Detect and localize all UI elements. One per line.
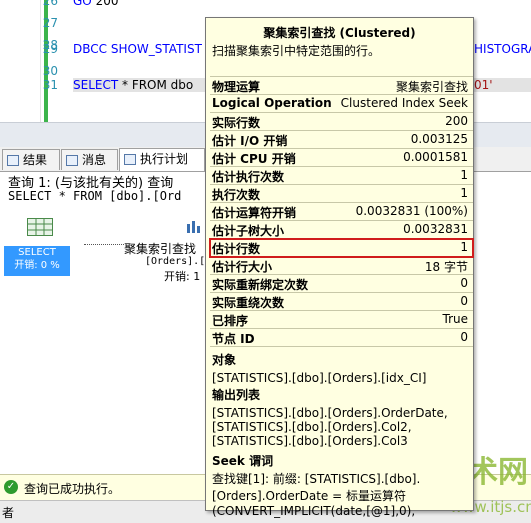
property-value: 0 [460,330,468,344]
property-key: 已排序 [212,314,249,328]
property-key: 执行次数 [212,188,261,202]
property-row: 执行次数 1 [210,185,473,203]
output-heading: 输出列表 [212,388,261,402]
property-key: 节点 ID [212,332,255,346]
check-circle-icon: ✓ [4,480,18,494]
message-icon [66,155,78,166]
property-key: 物理运算 [212,80,261,94]
line-number: 30 [42,64,58,78]
seek-line: 查找键[1]: 前缀: [STATISTICS].[dbo]. [212,472,421,486]
property-value: 200 [445,114,468,128]
code-line-tail: 01' [474,78,531,92]
property-value: 0 [460,294,468,308]
property-key: 估计子树大小 [212,224,285,238]
property-value: Clustered Index Seek [340,96,468,110]
tooltip-output-section: 输出列表 [STATISTICS].[dbo].[Orders].OrderDa… [212,386,448,448]
property-row: 已排序 True [210,311,473,329]
line-number: 31 [42,78,58,92]
seek-line: [Orders].OrderDate = 标量运算符 [212,489,406,503]
property-key: 估计执行次数 [212,170,285,184]
property-value: 0 [460,276,468,290]
property-value: True [442,312,469,326]
property-row: 估计 I/O 开销 0.003125 [210,131,473,149]
property-row: 实际行数 200 [210,113,473,131]
tooltip-object-section: 对象 [STATISTICS].[dbo].[Orders].[idx_CI] [212,351,426,385]
tooltip-seek-section: Seek 谓词 查找键[1]: 前缀: [STATISTICS].[dbo]. … [212,452,420,518]
seek-heading: Seek 谓词 [212,454,274,468]
property-row: 估计运算符开销 0.0032831 (100%) [210,203,473,221]
tab-execution-plan[interactable]: 执行计划 [119,148,205,171]
tab-results[interactable]: 结果 [2,149,60,170]
property-row: 实际重绕次数 0 [210,293,473,311]
object-value: [STATISTICS].[dbo].[Orders].[idx_CI] [212,371,427,385]
property-row: Logical Operation Clustered Index Seek [210,95,473,113]
property-row: 估计行大小 18 字节 [210,257,473,275]
code-line-tail: HISTOGRA [474,42,531,56]
code-line: DBCC SHOW_STATIST [73,42,202,56]
property-row: 物理运算 聚集索引查找 [210,77,473,95]
property-row: 估计子树大小 0.0032831 [210,221,473,239]
tooltip-title: 聚集索引查找 (Clustered) [263,26,416,40]
plan-node-index-seek-label[interactable]: 聚集索引查找 [124,240,196,257]
bottom-strip-text: 者 [2,506,15,520]
property-value: 0.0032831 [403,222,468,236]
object-heading: 对象 [212,353,237,367]
property-key: 实际行数 [212,116,261,130]
tooltip-description: 扫描聚集索引中特定范围的行。 [212,44,381,58]
property-row: 实际重新绑定次数 0 [210,275,473,293]
line-number: 27 [42,16,58,30]
plan-icon [124,154,136,165]
tab-messages[interactable]: 消息 [61,149,118,170]
code-line-selected: SELECT * FROM dbo [73,78,213,92]
property-key: 实际重新绑定次数 [212,278,309,292]
property-row: 估计执行次数 1 [210,167,473,185]
plan-node-object: [Orders].[ [145,256,206,267]
property-value: 0.0032831 (100%) [355,204,468,218]
table-icon [27,218,53,236]
code-line: GO 200 [73,0,119,8]
output-line: [STATISTICS].[dbo].[Orders].Col2, [212,420,412,434]
property-row: 估计 CPU 开销 0.0001581 [210,149,473,167]
property-value: 1 [460,168,468,182]
tooltip-property-table: 物理运算 聚集索引查找 Logical Operation Clustered Ind… [209,76,474,347]
property-value: 1 [460,186,468,200]
output-line: [STATISTICS].[dbo].[Orders].Col3 [212,434,408,448]
grid-icon [7,155,19,166]
property-value: 0.0001581 [403,150,468,164]
plan-edge [84,244,124,245]
property-row: 节点 ID 0 [210,329,473,347]
property-value: 1 [460,240,468,254]
property-key: 实际重绕次数 [212,296,285,310]
property-key: 估计行大小 [212,260,273,274]
output-line: [STATISTICS].[dbo].[Orders].OrderDate, [212,406,448,420]
property-row-highlighted: 估计行数 1 [209,238,474,258]
property-key: 估计 I/O 开销 [212,134,288,148]
property-key: 估计行数 [212,242,261,256]
property-key: 估计 CPU 开销 [212,152,296,166]
seek-line: (CONVERT_IMPLICIT(date,[@1],0), [212,504,416,518]
property-value: 0.003125 [410,132,468,146]
index-seek-icon [187,221,200,233]
select-node-label: SELECT 开销: 0 % [4,246,70,276]
plan-node-select[interactable]: SELECT 开销: 0 % [4,216,70,276]
property-key: 估计运算符开销 [212,206,297,220]
property-key: Logical Operation [212,96,332,110]
status-text: 查询已成功执行。 [24,482,121,496]
property-value: 聚集索引查找 [395,80,468,94]
line-number: 26 [42,0,58,8]
query-sql-text: SELECT * FROM [dbo].[Ord [8,189,182,203]
property-value: 18 字节 [424,260,468,274]
line-number: 29 [42,42,58,56]
operator-tooltip: 聚集索引查找 (Clustered) 扫描聚集索引中特定范围的行。 物理运算 聚集… [205,17,474,518]
plan-node-cost: 开销: 1 [164,270,201,283]
